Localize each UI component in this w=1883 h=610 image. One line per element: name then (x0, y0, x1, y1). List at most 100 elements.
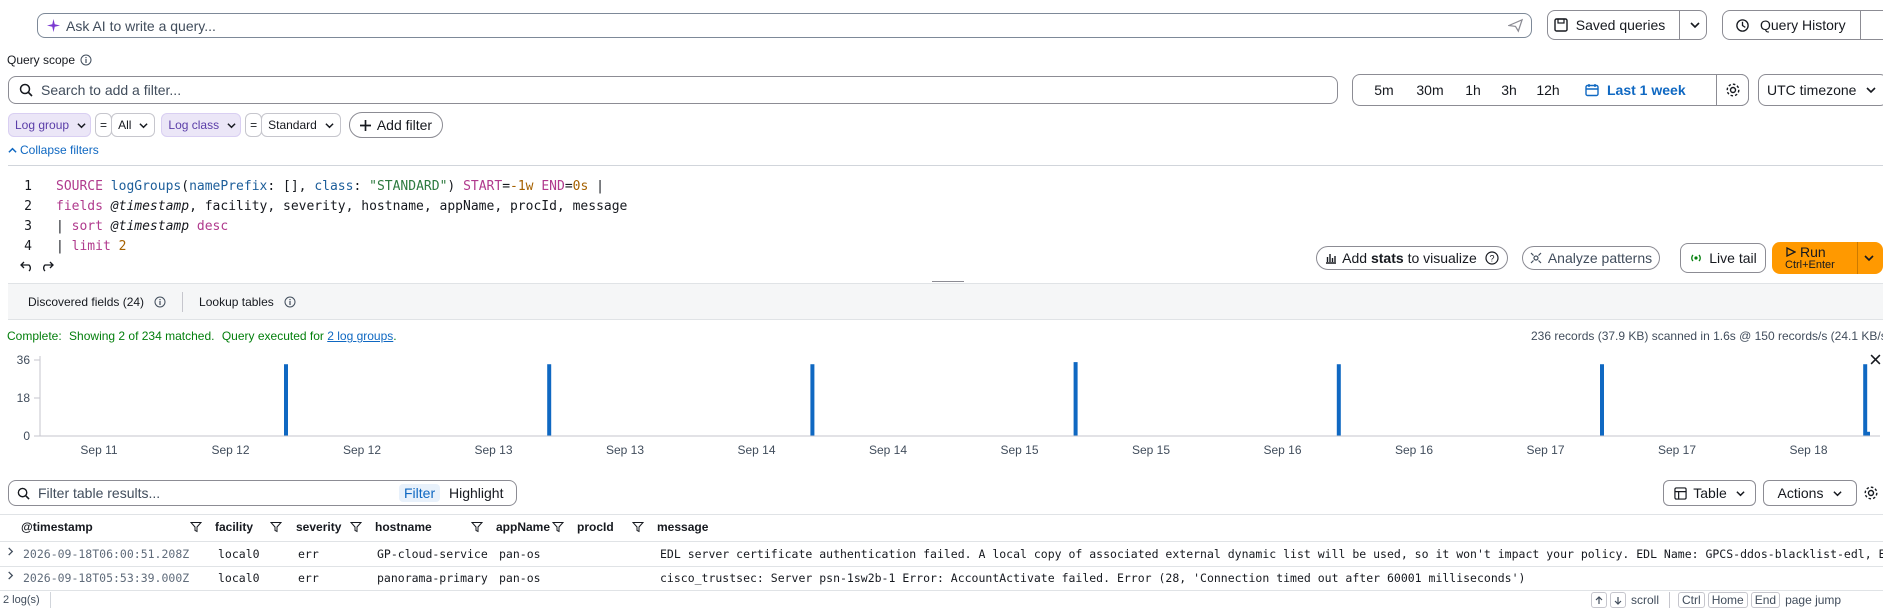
info-icon[interactable] (80, 54, 92, 66)
collapse-filters-link[interactable]: Collapse filters (8, 143, 99, 157)
filter-icon[interactable] (350, 521, 362, 533)
filter-icon[interactable] (552, 521, 564, 533)
ask-ai-input[interactable]: Ask AI to write a query... (37, 13, 1532, 38)
chevron-down-icon[interactable] (1690, 20, 1700, 30)
calendar-icon (1585, 83, 1599, 97)
saved-queries-icon (1554, 18, 1568, 32)
table-row[interactable]: 2026-09-18T06:00:51.208Z local0 err GP-c… (0, 543, 1883, 565)
send-icon[interactable] (1508, 18, 1523, 33)
discovered-fields-label: Discovered fields (24) (28, 294, 145, 309)
actions-select[interactable]: Actions (1763, 480, 1857, 506)
add-stats-button[interactable]: Add stats to visualize ? (1316, 246, 1508, 270)
info-icon[interactable] (284, 296, 296, 308)
filter-op[interactable]: = (245, 113, 263, 137)
histogram-bar[interactable] (810, 364, 815, 436)
x-tick-label: Sep 14 (869, 443, 907, 457)
svg-text:?: ? (1489, 254, 1494, 264)
live-tail-button[interactable]: Live tail (1680, 243, 1766, 273)
chevron-right-icon[interactable] (6, 547, 15, 556)
filter-icon[interactable] (632, 521, 644, 533)
live-tail-icon (1689, 251, 1703, 265)
arrow-up-icon (1591, 592, 1607, 608)
help-icon[interactable]: ? (1485, 251, 1499, 265)
tab-discovered-fields[interactable]: Discovered fields (24) (28, 295, 166, 309)
analyze-patterns-button[interactable]: Analyze patterns (1522, 246, 1660, 270)
log-count: 2 log(s) (3, 594, 40, 606)
histogram-bar[interactable] (1336, 364, 1341, 436)
time-option-30m[interactable]: 30m (1405, 75, 1455, 105)
histogram-svg: 36 18 0 Sep 11 Sep 12 Sep 12 Sep 13 Sep 13 Sep … (17, 353, 1880, 457)
chevron-down-icon[interactable] (1864, 253, 1874, 263)
live-tail-label: Live tail (1709, 250, 1757, 266)
records-scanned: 236 records (37.9 KB) scanned in 1.6s @ … (1531, 329, 1883, 343)
plus-icon (359, 119, 371, 131)
x-tick-label: Sep 18 (1789, 443, 1827, 457)
filter-value-standard[interactable]: Standard (261, 113, 341, 137)
log-groups-link[interactable]: 2 log groups (327, 329, 393, 343)
code-line-1: SOURCE logGroups(namePrefix: [], class: … (56, 178, 604, 194)
undo-icon[interactable] (20, 258, 34, 272)
histogram-bar[interactable] (1073, 362, 1078, 436)
filter-value-all[interactable]: All (111, 113, 156, 137)
cell-appname: pan-os (499, 571, 541, 585)
editor-code[interactable]: 1 SOURCE logGroups(namePrefix: [], class… (8, 176, 627, 256)
query-scope-label: Query scope (7, 53, 76, 67)
table-row[interactable]: 2026-09-18T05:53:39.000Z local0 err pano… (0, 567, 1883, 589)
add-filter-button[interactable]: Add filter (348, 112, 444, 138)
column-header-timestamp[interactable]: @timestamp (21, 520, 93, 534)
bar-chart-icon (1325, 252, 1337, 264)
y-tick-label: 18 (17, 391, 31, 405)
table-view-select[interactable]: Table (1663, 480, 1756, 506)
code-line-3: | sort @timestamp desc (56, 218, 229, 234)
close-icon[interactable] (1870, 354, 1881, 365)
filter-icon[interactable] (190, 521, 202, 533)
column-header-facility[interactable]: facility (215, 520, 253, 534)
filter-icon[interactable] (471, 521, 483, 533)
histogram-bar[interactable] (284, 364, 288, 436)
histogram-bar[interactable] (1866, 431, 1870, 436)
histogram-bar[interactable] (547, 364, 552, 436)
x-tick-label: Sep 17 (1658, 443, 1696, 457)
chevron-right-icon[interactable] (6, 571, 15, 580)
search-filter-input[interactable]: Search to add a filter... (8, 76, 1338, 104)
fields-bar: Discovered fields (24) Lookup tables (8, 283, 1883, 320)
time-option-selected[interactable]: Last 1 week (1585, 75, 1686, 105)
add-stats-label-pre: Add (1342, 250, 1368, 266)
time-option-12h[interactable]: 12h (1527, 75, 1569, 105)
time-range-selector[interactable]: 5m 30m 1h 3h 12h Last 1 week (1352, 74, 1749, 106)
filter-icon[interactable] (270, 521, 282, 533)
cell-hostname: GP-cloud-service (377, 547, 488, 561)
status-executed-suffix: . (393, 329, 397, 343)
filter-key-log-group[interactable]: Log group (8, 113, 92, 137)
redo-icon[interactable] (40, 258, 54, 272)
timezone-label: UTC timezone (1767, 82, 1857, 98)
column-header-message[interactable]: message (657, 520, 708, 534)
info-icon[interactable] (154, 296, 166, 308)
timezone-select[interactable]: UTC timezone (1758, 74, 1883, 106)
table-filter-input[interactable]: Filter table results... Filter Highlight (8, 480, 517, 506)
query-history-button[interactable]: Query History (1722, 10, 1883, 40)
saved-queries-button[interactable]: Saved queries (1547, 10, 1707, 40)
run-button[interactable]: Run Ctrl+Enter (1772, 242, 1883, 274)
home-key: Home (1707, 592, 1748, 608)
search-icon (19, 83, 33, 97)
time-option-5m[interactable]: 5m (1363, 75, 1405, 105)
column-header-severity[interactable]: severity (296, 520, 341, 534)
filter-op[interactable]: = (95, 113, 113, 137)
column-header-appname[interactable]: appName (496, 520, 550, 534)
gear-icon[interactable] (1863, 485, 1879, 501)
highlight-mode-tab[interactable]: Highlight (449, 485, 503, 501)
chevron-down-icon (1866, 85, 1877, 95)
run-label: Run (1800, 244, 1826, 260)
filter-key-log-class[interactable]: Log class (161, 113, 242, 137)
time-settings-button[interactable] (1716, 74, 1749, 106)
column-header-hostname[interactable]: hostname (375, 520, 432, 534)
histogram-bar[interactable] (1600, 364, 1604, 436)
column-header-procid[interactable]: procId (577, 520, 614, 534)
time-option-1h[interactable]: 1h (1455, 75, 1491, 105)
histogram-bar[interactable] (1863, 364, 1868, 436)
filter-mode-tab[interactable]: Filter (399, 484, 441, 502)
time-option-3h[interactable]: 3h (1491, 75, 1527, 105)
tab-lookup-tables[interactable]: Lookup tables (199, 295, 296, 309)
add-stats-label-post: to visualize (1407, 250, 1477, 266)
